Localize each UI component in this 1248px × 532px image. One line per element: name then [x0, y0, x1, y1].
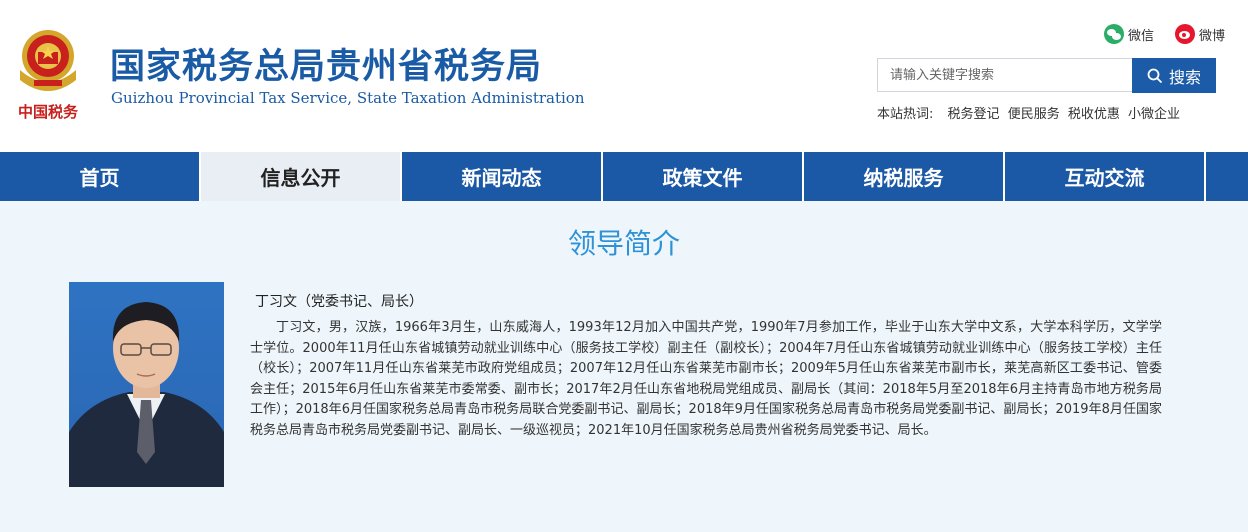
hot-words-label: 本站热词: — [877, 107, 934, 122]
weibo-icon — [1175, 24, 1195, 44]
tax-emblem-logo[interactable]: 中国税务 — [10, 22, 86, 126]
leader-name: 丁习文（党委书记、局长） — [255, 294, 423, 310]
search-button[interactable]: 搜索 — [1132, 58, 1216, 93]
hot-word-link[interactable]: 小微企业 — [1128, 107, 1180, 122]
page-title: 领导简介 — [567, 227, 680, 260]
hot-word-link[interactable]: 便民服务 — [1008, 107, 1060, 122]
nav-item-tax-service[interactable]: 纳税服务 — [804, 152, 1005, 201]
search-button-label: 搜索 — [1168, 67, 1201, 87]
site-header: 中国税务 国家税务总局贵州省税务局 Guizhou Provincial Tax… — [0, 0, 1248, 152]
nav-item-policy[interactable]: 政策文件 — [603, 152, 804, 201]
leader-bio: 丁习文，男，汉族，1966年3月生，山东威海人，1993年12月加入中国共产党，… — [250, 320, 1162, 438]
wechat-label: 微信 — [1128, 28, 1155, 44]
site-subtitle: Guizhou Provincial Tax Service, State Ta… — [111, 89, 585, 107]
main-nav: 首页 信息公开 新闻动态 政策文件 纳税服务 互动交流 — [0, 152, 1248, 201]
nav-item-info-disclosure[interactable]: 信息公开 — [201, 152, 402, 201]
weibo-link[interactable]: 微博 — [1175, 24, 1225, 44]
nav-item-news[interactable]: 新闻动态 — [402, 152, 603, 201]
site-title[interactable]: 国家税务总局贵州省税务局 — [110, 38, 542, 89]
search-icon — [1147, 68, 1163, 83]
weibo-label: 微博 — [1199, 28, 1226, 44]
wechat-icon — [1104, 24, 1124, 44]
wechat-link[interactable]: 微信 — [1104, 24, 1154, 44]
nav-filler — [1206, 152, 1248, 201]
hot-word-link[interactable]: 税务登记 — [948, 107, 1000, 122]
leader-photo — [69, 282, 224, 487]
search-input[interactable] — [877, 58, 1132, 92]
hot-word-link[interactable]: 税收优惠 — [1068, 107, 1120, 122]
nav-item-home[interactable]: 首页 — [0, 152, 201, 201]
hot-words: 本站热词: 税务登记 便民服务 税收优惠 小微企业 — [877, 103, 1184, 122]
svg-text:中国税务: 中国税务 — [18, 103, 79, 121]
nav-item-interaction[interactable]: 互动交流 — [1005, 152, 1206, 201]
